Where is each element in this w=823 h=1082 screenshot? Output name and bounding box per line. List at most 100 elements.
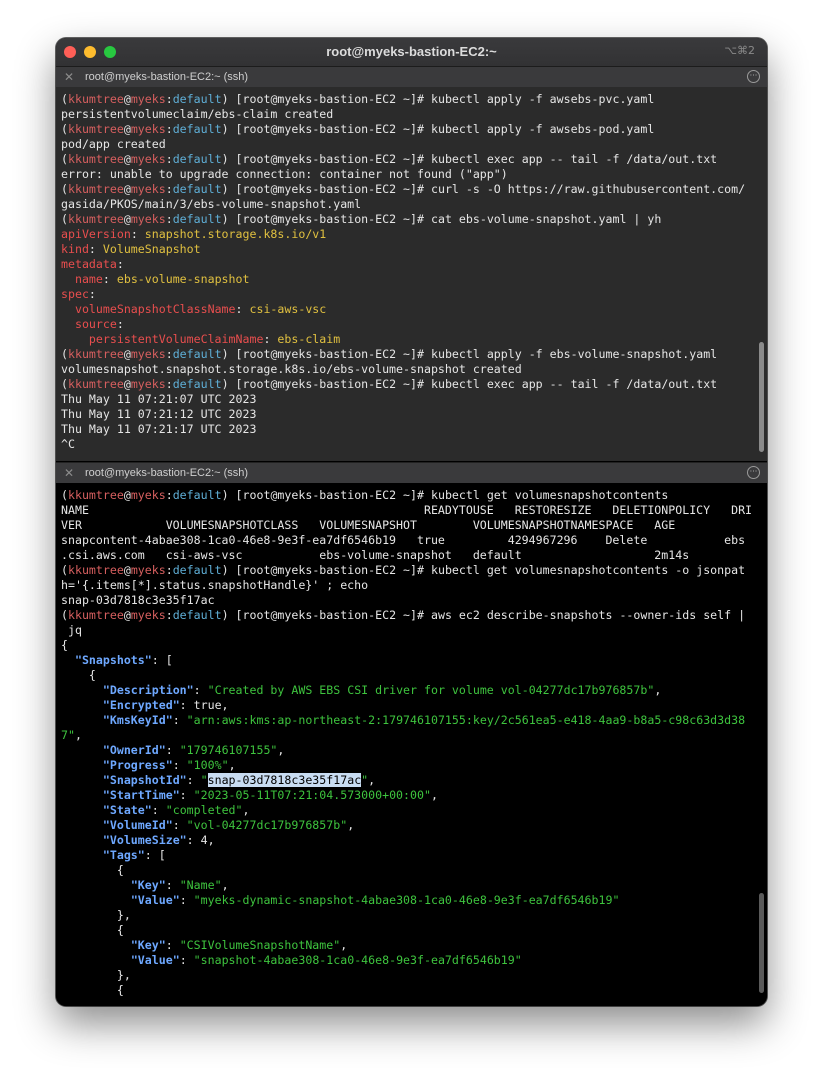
output-line: {: [61, 668, 753, 683]
prompt-line: (kkumtree@myeks:default) [root@myeks-bas…: [61, 347, 753, 362]
yaml-key: persistentVolumeClaimName: [88, 332, 264, 346]
prompt-path: ) [root@myeks-bastion-EC2 ~]#: [221, 488, 431, 502]
yaml-sep: :: [116, 257, 124, 271]
command-text: cat ebs-volume-snapshot.yaml | yh: [430, 212, 662, 226]
json-quote: ": [200, 773, 208, 787]
output-line: volumeSnapshotClassName: csi-aws-vsc: [61, 302, 753, 317]
json-tail: ,: [340, 938, 348, 952]
output-line: source:: [61, 317, 753, 332]
json-tail: true,: [193, 698, 229, 712]
output-line: {: [61, 863, 753, 878]
prompt-line: (kkumtree@myeks:default) [root@myeks-bas…: [61, 122, 753, 137]
prompt-namespace: default: [172, 122, 222, 136]
scrollbar[interactable]: [759, 342, 764, 452]
output-line: "Snapshots": [: [61, 653, 753, 668]
output-text: {: [61, 863, 124, 877]
json-tail: ,: [221, 878, 229, 892]
prompt-user: kkumtree: [67, 182, 124, 196]
prompt-at: @: [123, 347, 131, 361]
output-line: "Encrypted": true,: [61, 698, 753, 713]
command-text: kubectl exec app -- tail -f /data/out.tx…: [430, 377, 718, 391]
prompt-paren: (: [61, 182, 68, 196]
close-pane-icon[interactable]: ✕: [64, 466, 74, 480]
prompt-at: @: [123, 488, 131, 502]
title-bar[interactable]: root@myeks-bastion-EC2:~ ⌥⌘2: [56, 38, 767, 67]
command-text: curl -s -O https://raw.githubusercontent…: [430, 182, 746, 196]
output-text: ^C: [61, 437, 75, 451]
prompt-path: ) [root@myeks-bastion-EC2 ~]#: [221, 377, 431, 391]
prompt-path: ) [root@myeks-bastion-EC2 ~]#: [221, 182, 431, 196]
prompt-user: kkumtree: [67, 347, 124, 361]
output-line: metadata:: [61, 257, 753, 272]
output-line: "VolumeSize": 4,: [61, 833, 753, 848]
yaml-key: spec: [61, 287, 89, 301]
top-terminal-pane[interactable]: (kkumtree@myeks:default) [root@myeks-bas…: [56, 87, 767, 461]
output-line: Thu May 11 07:21:07 UTC 2023: [61, 392, 753, 407]
prompt-host: myeks: [130, 347, 166, 361]
bottom-terminal-pane[interactable]: (kkumtree@myeks:default) [root@myeks-bas…: [56, 483, 767, 1006]
bottom-pane-header[interactable]: ✕ root@myeks-bastion-EC2:~ (ssh) ···: [56, 462, 767, 483]
json-sep: :: [151, 653, 166, 667]
output-line: name: ebs-volume-snapshot: [61, 272, 753, 287]
window-title: root@myeks-bastion-EC2:~: [326, 44, 497, 59]
json-string: "100%": [186, 758, 229, 772]
more-options-icon[interactable]: ···: [747, 70, 760, 83]
json-string: 7": [61, 728, 75, 742]
top-pane-header[interactable]: ✕ root@myeks-bastion-EC2:~ (ssh) ···: [56, 67, 767, 87]
prompt-path: ) [root@myeks-bastion-EC2 ~]#: [221, 212, 431, 226]
prompt-colon: :: [165, 377, 173, 391]
scrollbar[interactable]: [759, 893, 764, 993]
json-tail: [: [158, 848, 166, 862]
json-string: "arn:aws:kms:ap-northeast-2:179746107155…: [186, 713, 746, 727]
json-sep: :: [172, 818, 187, 832]
json-sep: :: [179, 698, 194, 712]
command-text: kubectl apply -f awsebs-pod.yaml: [430, 122, 655, 136]
output-line: Thu May 11 07:21:12 UTC 2023: [61, 407, 753, 422]
output-line: "OwnerId": "179746107155",: [61, 743, 753, 758]
yaml-key: source: [74, 317, 117, 331]
selected-snapshot-id: snap-03d7818c3e35f17ac: [207, 773, 362, 787]
prompt-paren: (: [61, 563, 68, 577]
prompt-host: myeks: [130, 122, 166, 136]
yaml-value: VolumeSnapshot: [102, 242, 201, 256]
prompt-line: (kkumtree@myeks:default) [root@myeks-bas…: [61, 608, 753, 623]
terminal-output[interactable]: (kkumtree@myeks:default) [root@myeks-bas…: [61, 92, 753, 452]
output-text: volumesnapshot.snapshot.storage.k8s.io/e…: [61, 362, 522, 376]
prompt-user: kkumtree: [67, 122, 124, 136]
json-tail: ,: [277, 743, 285, 757]
output-line: h='{.items[*].status.snapshotHandle}' ; …: [61, 578, 753, 593]
yaml-value: snapshot.storage.k8s.io/v1: [144, 227, 327, 241]
yaml-key: name: [74, 272, 103, 286]
output-line: pod/app created: [61, 137, 753, 152]
prompt-user: kkumtree: [67, 488, 124, 502]
command-text: kubectl exec app -- tail -f /data/out.tx…: [430, 152, 718, 166]
json-sep: :: [186, 773, 201, 787]
prompt-colon: :: [165, 488, 173, 502]
output-line: VER VOLUMESNAPSHOTCLASS VOLUMESNAPSHOT V…: [61, 518, 753, 533]
pane-title: root@myeks-bastion-EC2:~ (ssh): [85, 467, 249, 479]
prompt-colon: :: [165, 563, 173, 577]
prompt-path: ) [root@myeks-bastion-EC2 ~]#: [221, 608, 431, 622]
prompt-at: @: [123, 152, 131, 166]
json-string: "Created by AWS EBS CSI driver for volum…: [207, 683, 655, 697]
output-text: {: [61, 638, 68, 652]
output-text: Thu May 11 07:21:07 UTC 2023: [61, 392, 257, 406]
prompt-line: (kkumtree@myeks:default) [root@myeks-bas…: [61, 182, 753, 197]
prompt-paren: (: [61, 92, 68, 106]
more-options-icon[interactable]: ···: [747, 466, 760, 479]
prompt-paren: (: [61, 608, 68, 622]
output-text: h='{.items[*].status.snapshotHandle}' ; …: [61, 578, 369, 592]
terminal-output[interactable]: (kkumtree@myeks:default) [root@myeks-bas…: [61, 488, 753, 998]
yaml-sep: :: [88, 242, 103, 256]
json-string: "vol-04277dc17b976857b": [186, 818, 348, 832]
output-text: .csi.aws.com csi-aws-vsc ebs-volume-snap…: [61, 548, 690, 562]
output-line: "VolumeId": "vol-04277dc17b976857b",: [61, 818, 753, 833]
close-pane-icon[interactable]: ✕: [64, 70, 74, 84]
json-key: "Key": [130, 938, 166, 952]
